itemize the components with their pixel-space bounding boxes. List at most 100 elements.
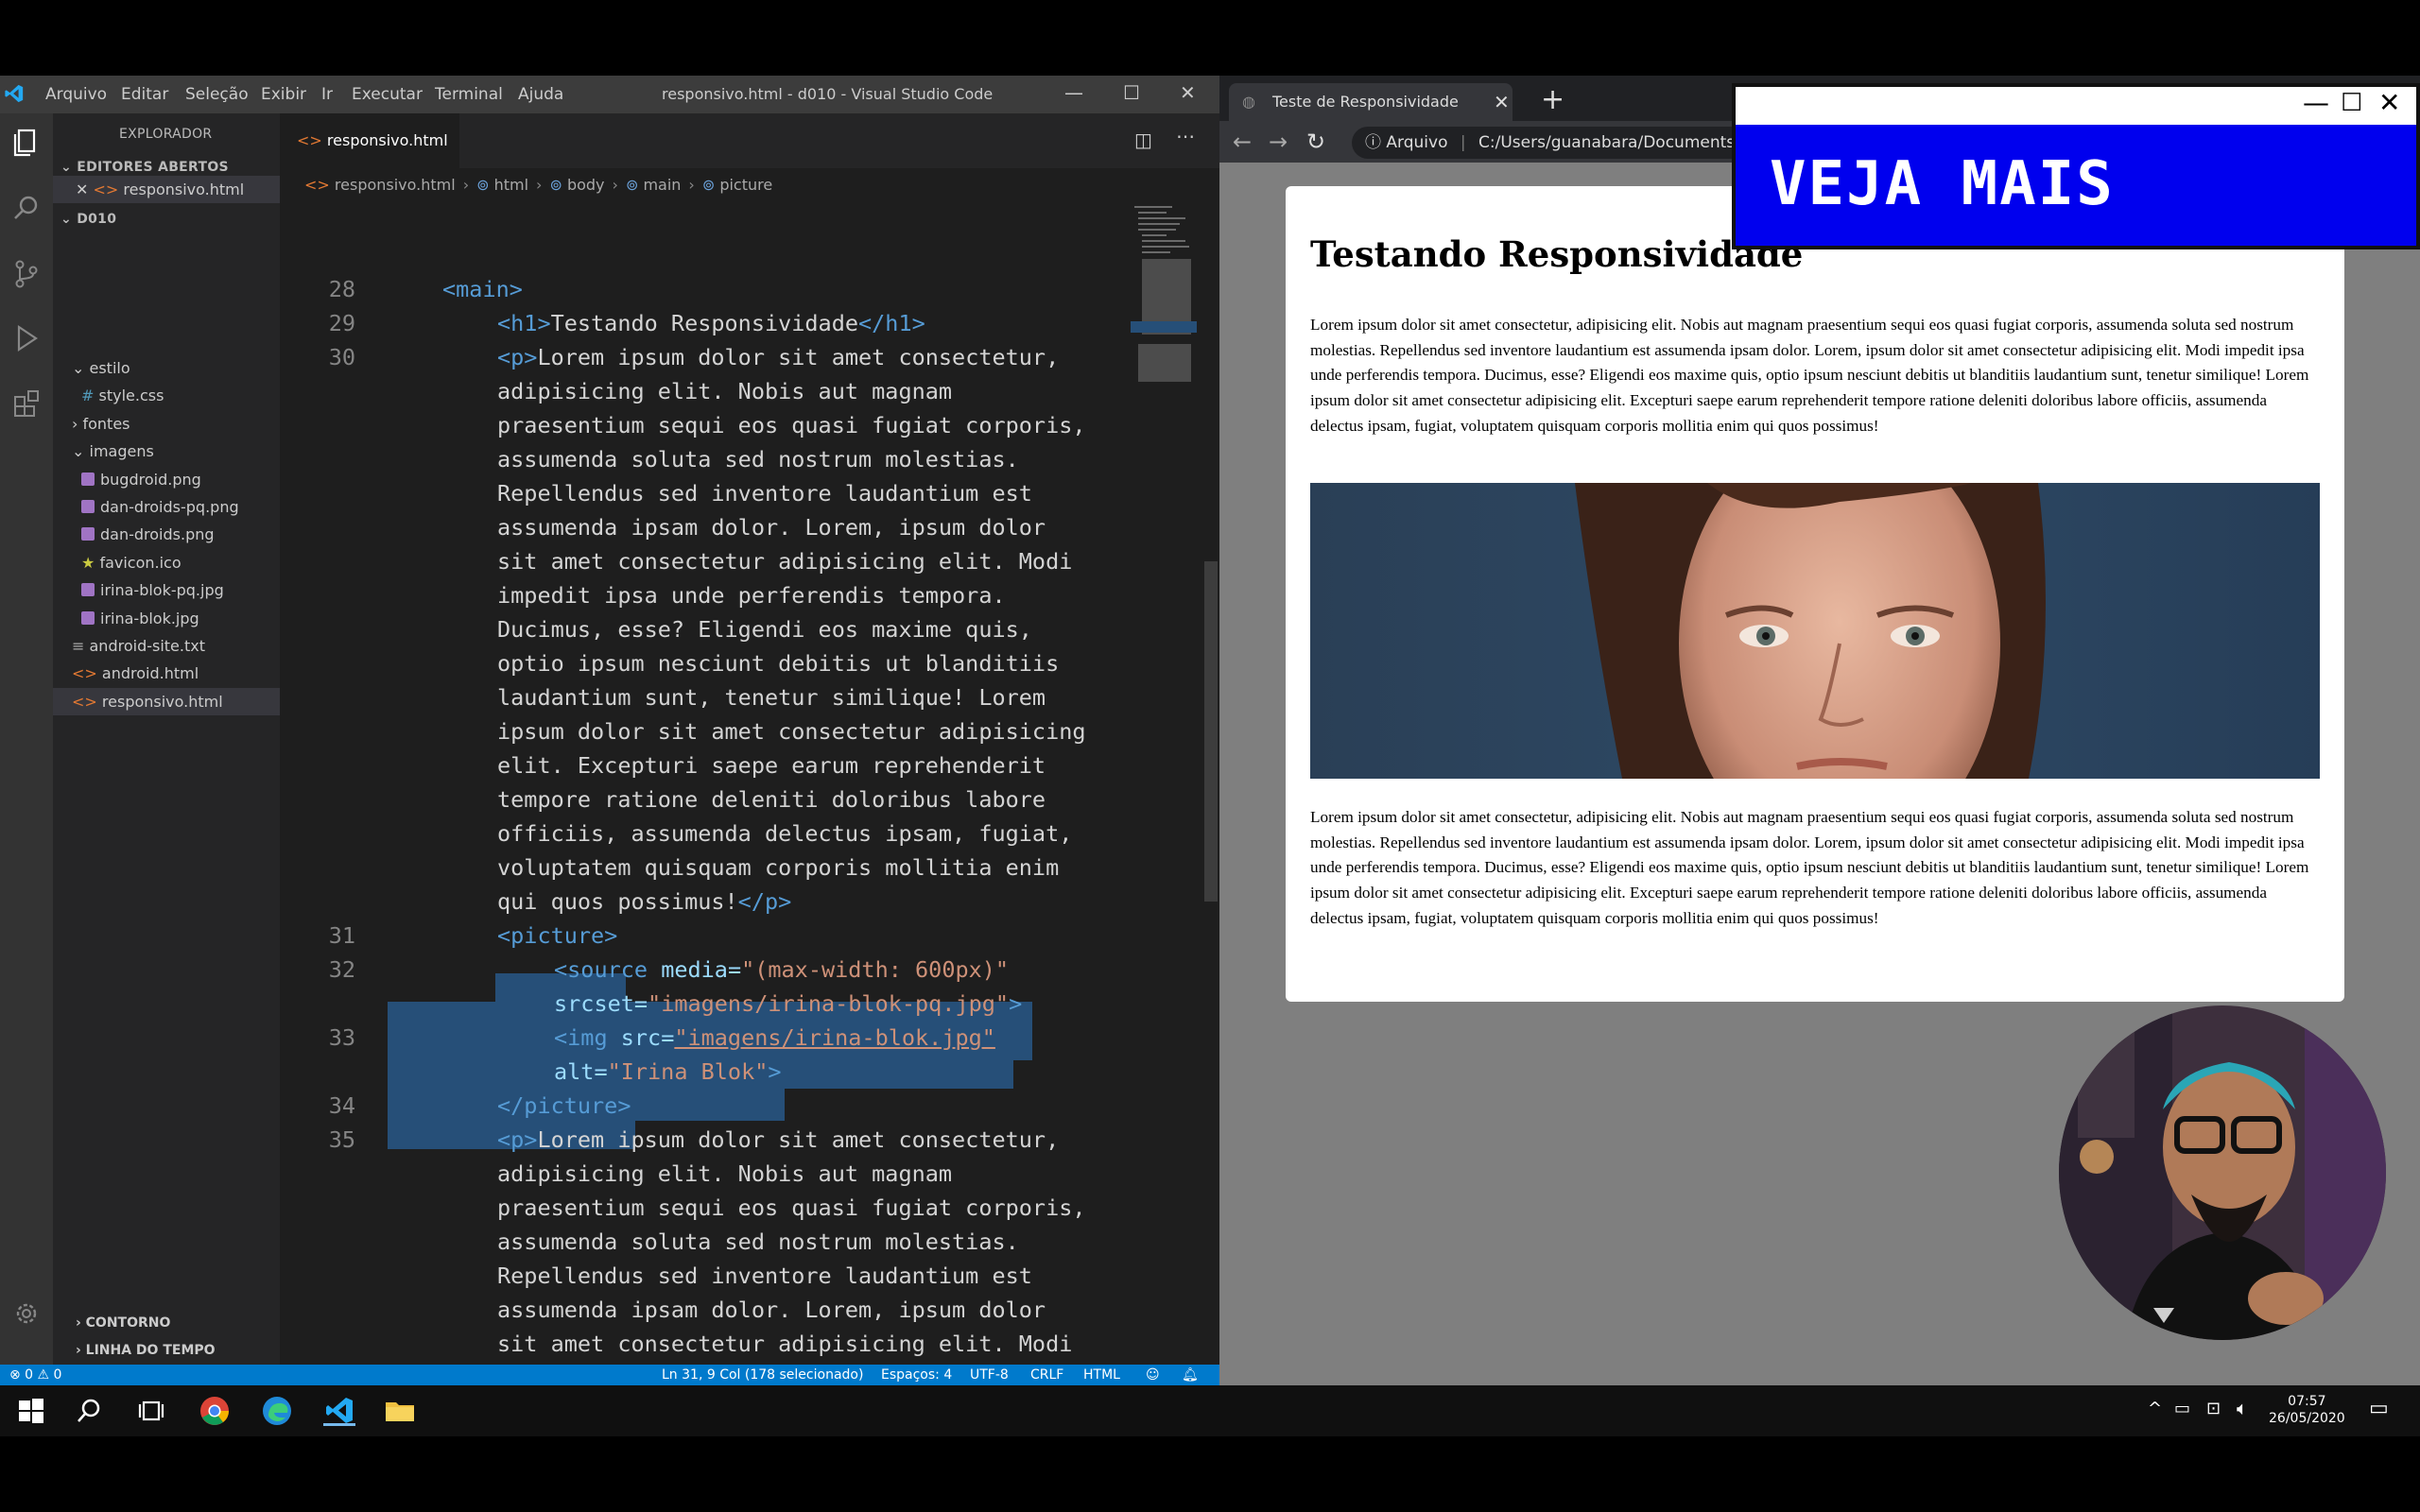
settings-gear-icon[interactable] <box>8 1295 45 1332</box>
banner-maximize-icon[interactable]: ☐ <box>2341 89 2362 117</box>
file-tree-item[interactable]: # style.css <box>53 382 280 409</box>
code-line: impedit ipsa unde perferendis tempora. <box>497 582 1006 609</box>
file-tree-item[interactable]: bugdroid.png <box>53 466 280 493</box>
file-tree-item[interactable]: <> android.html <box>53 660 280 687</box>
breadcrumb-body[interactable]: body <box>567 176 605 194</box>
explorer-icon[interactable] <box>8 123 45 161</box>
menu-exibir[interactable]: Exibir <box>261 85 306 104</box>
maximize-icon[interactable]: ☐ <box>1123 81 1140 104</box>
info-icon[interactable]: ⓘ <box>1365 133 1381 152</box>
split-editor-icon[interactable]: ◫ <box>1134 129 1152 151</box>
code-line: <picture> <box>497 922 617 949</box>
extensions-icon[interactable] <box>8 384 45 421</box>
menu-terminal[interactable]: Terminal <box>435 85 503 104</box>
search-icon[interactable] <box>8 189 45 227</box>
file-tree-item[interactable]: › fontes <box>53 410 280 438</box>
image-file-icon <box>81 472 95 486</box>
line-number: 34 <box>328 1092 355 1119</box>
file-tree-item[interactable]: irina-blok.jpg <box>53 605 280 632</box>
close-icon[interactable]: ✕ <box>1180 81 1196 104</box>
editor-scrollbar[interactable] <box>1204 561 1218 902</box>
image-file-icon <box>81 610 95 625</box>
run-debug-icon[interactable] <box>8 319 45 357</box>
search-icon[interactable] <box>74 1395 106 1427</box>
timeline-section[interactable]: › LINHA DO TEMPO <box>53 1337 280 1365</box>
minimap[interactable] <box>1131 202 1197 391</box>
battery-icon[interactable]: ▭ <box>2174 1399 2190 1418</box>
windows-start-icon[interactable] <box>15 1395 47 1427</box>
new-tab-icon[interactable]: + <box>1541 83 1564 116</box>
file-tree-item[interactable]: ★ favicon.ico <box>53 549 280 576</box>
file-tree-item[interactable]: dan-droids-pq.png <box>53 493 280 521</box>
banner-close-icon[interactable]: ✕ <box>2378 87 2400 118</box>
chrome-icon[interactable] <box>199 1395 231 1427</box>
menu-editar[interactable]: Editar <box>121 85 168 104</box>
code-line: voluptatem quisquam corporis mollitia en… <box>497 854 1060 881</box>
cursor-position[interactable]: Ln 31, 9 Col (178 selecionado) <box>662 1365 863 1385</box>
code-editor[interactable]: 28 29 30 31 32 33 34 35 <main> <h1>Testa… <box>280 202 1219 1385</box>
file-tree-item[interactable]: ⌄ estilo <box>53 354 280 382</box>
breadcrumb-file[interactable]: responsivo.html <box>335 176 456 194</box>
image-file-icon <box>81 500 95 513</box>
file-explorer-icon[interactable] <box>384 1395 416 1427</box>
code-line: <p>Lorem ipsum dolor sit amet consectetu… <box>497 1126 1059 1153</box>
minimize-icon[interactable]: — <box>1064 81 1083 104</box>
banner-minimize-icon[interactable]: — <box>2303 87 2329 118</box>
menu-ir[interactable]: Ir <box>321 85 333 104</box>
volume-icon[interactable]: 🔈︎ <box>2237 1397 2248 1419</box>
open-editor-item[interactable]: ✕ <> responsivo.html <box>53 176 280 203</box>
tray-chevron-icon[interactable]: ^ <box>2148 1399 2162 1418</box>
html-file-icon: <> <box>72 664 102 683</box>
secure-label: Arquivo <box>1386 133 1448 152</box>
editor-tabs: <> responsivo.html ✕ ◫ ⋯ <box>280 113 1219 204</box>
problems-status[interactable]: ⊗ 0 ⚠ 0 <box>9 1365 61 1385</box>
open-editors-header[interactable]: ⌄ EDITORES ABERTOS <box>60 160 229 175</box>
file-tree-item[interactable]: irina-blok-pq.jpg <box>53 576 280 604</box>
breadcrumb-html[interactable]: html <box>494 176 528 194</box>
eol-status[interactable]: CRLF <box>1030 1365 1063 1385</box>
more-actions-icon[interactable]: ⋯ <box>1176 125 1195 147</box>
menu-executar[interactable]: Executar <box>352 85 423 104</box>
edge-icon[interactable] <box>261 1395 293 1427</box>
breadcrumb-main[interactable]: main <box>643 176 681 194</box>
outline-section[interactable]: › CONTORNO <box>53 1310 280 1337</box>
file-tree-label: android.html <box>101 664 199 683</box>
code-line: praesentium sequi eos quasi fugiat corpo… <box>497 1194 1086 1221</box>
file-tree-label: fontes <box>82 414 130 433</box>
reload-icon[interactable]: ↻ <box>1306 129 1325 155</box>
indentation-status[interactable]: Espaços: 4 <box>881 1365 952 1385</box>
folder-header[interactable]: ⌄ D010 <box>60 212 116 227</box>
file-tree-label: responsivo.html <box>101 692 223 711</box>
tab-close-icon[interactable]: ✕ <box>1494 83 1510 121</box>
file-tree-item[interactable]: ⌄ imagens <box>53 438 280 465</box>
encoding-status[interactable]: UTF-8 <box>970 1365 1009 1385</box>
network-icon[interactable]: ⊡ <box>2206 1399 2221 1418</box>
menu-selecao[interactable]: Seleção <box>185 85 249 104</box>
tab-responsivo[interactable]: <> responsivo.html ✕ <box>280 113 459 204</box>
file-tree-item[interactable]: <> responsivo.html <box>53 687 280 715</box>
globe-icon: ◍ <box>1242 93 1255 111</box>
veja-mais-banner[interactable]: — ☐ ✕ VEJA MAIS <box>1732 83 2420 249</box>
source-control-icon[interactable] <box>8 255 45 293</box>
clock[interactable]: 07:57 26/05/2020 <box>2269 1393 2345 1427</box>
language-status[interactable]: HTML <box>1083 1365 1120 1385</box>
notification-center-icon[interactable]: ▭ <box>2369 1397 2389 1420</box>
vscode-window: Arquivo Editar Seleção Exibir Ir Executa… <box>0 76 1219 1385</box>
file-tree-item[interactable]: dan-droids.png <box>53 521 280 548</box>
notifications-icon[interactable]: 🔔︎ <box>1182 1365 1199 1385</box>
code-text: Lorem ipsum dolor sit amet consectetur, <box>537 344 1060 370</box>
css-file-icon: # <box>81 387 99 405</box>
file-tree-item[interactable]: ≡ android-site.txt <box>53 632 280 660</box>
forward-icon[interactable]: → <box>1269 129 1288 155</box>
breadcrumb-picture[interactable]: picture <box>719 176 772 194</box>
menu-ajuda[interactable]: Ajuda <box>518 85 563 104</box>
file-tree-label: irina-blok-pq.jpg <box>100 581 224 600</box>
feedback-icon[interactable]: ☺ <box>1146 1365 1160 1385</box>
code-source-tag: <source <box>554 956 648 983</box>
browser-tab[interactable]: ◍ Teste de Responsividade ✕ <box>1229 83 1512 121</box>
url-text: C:/Users/guanabara/Documents/e <box>1478 133 1751 152</box>
task-view-icon[interactable] <box>134 1395 166 1427</box>
back-icon[interactable]: ← <box>1233 129 1252 155</box>
vscode-taskbar-icon[interactable] <box>323 1395 355 1427</box>
menu-arquivo[interactable]: Arquivo <box>45 85 107 104</box>
